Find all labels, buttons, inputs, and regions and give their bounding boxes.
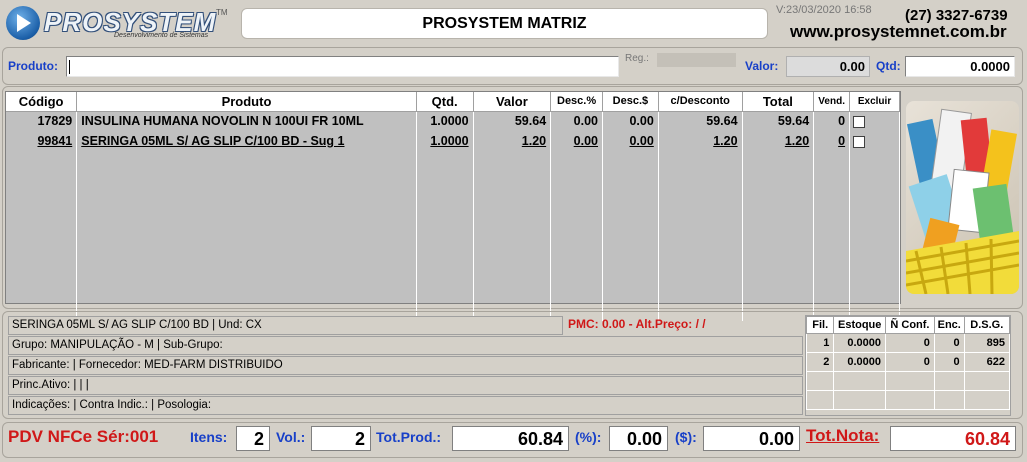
totnota-label: Tot.Nota:: [806, 426, 880, 445]
cell-total: 59.64: [742, 111, 815, 131]
col-header-excluir[interactable]: Excluir: [849, 92, 900, 112]
logo-tm: TM: [216, 8, 228, 17]
cell-fil: 2: [805, 352, 835, 372]
website-url: www.prosystemnet.com.br: [790, 22, 1007, 41]
cell-produto: INSULINA HUMANA NOVOLIN N 100UI FR 10ML: [76, 111, 417, 131]
produto-label-text: Produto:: [8, 59, 58, 73]
col-header-valor[interactable]: Valor: [473, 92, 552, 112]
table-row[interactable]: 17829 INSULINA HUMANA NOVOLIN N 100UI FR…: [6, 111, 900, 131]
cell-valor: 1.20: [473, 131, 552, 151]
table-row[interactable]: 2 0.0000 0 0 622: [805, 352, 1011, 372]
pmc-label: PMC: 0.00 - Alt.Preço: / /: [568, 317, 706, 331]
col-header-desc-pct[interactable]: Desc.%: [550, 92, 604, 112]
col-header-total[interactable]: Total: [742, 92, 815, 112]
cell-dsg: 895: [963, 333, 1011, 353]
cell-excluir: [849, 111, 900, 131]
cell-qtd: 1.0000: [416, 131, 474, 151]
qtd-label: Qtd:: [876, 59, 901, 73]
cell-dsg: 622: [963, 352, 1011, 372]
cell-excluir: [849, 131, 900, 151]
product-image: [906, 101, 1019, 294]
cell-desc-val: 0.00: [602, 111, 659, 131]
produto-input[interactable]: [66, 56, 619, 77]
col-header-desc-val[interactable]: Desc.$: [602, 92, 659, 112]
version-label: V:23/03/2020 16:58: [776, 4, 872, 16]
cell-nconf: 0: [885, 352, 935, 372]
table-row[interactable]: 99841 SERINGA 05ML S/ AG SLIP C/100 BD -…: [6, 131, 900, 151]
reg-label: Reg.:: [625, 53, 649, 64]
fabricante-info: Fabricante: | Fornecedor: MED-FARM DISTR…: [8, 356, 803, 375]
cell-vend: 0: [813, 111, 851, 131]
stock-header-row: Fil. Estoque Ñ Conf. Enc. D.S.G.: [805, 316, 1011, 334]
empty-row: [805, 390, 1011, 410]
medicine-basket-image: [906, 108, 1019, 294]
vol-label: Vol.:: [276, 429, 306, 445]
qtd-input[interactable]: 0.0000: [905, 56, 1015, 77]
logo-subtitle: Desenvolvimento de Sistemas: [114, 32, 209, 39]
vol-value: 2: [311, 426, 371, 451]
cell-produto: SERINGA 05ML S/ AG SLIP C/100 BD - Sug 1: [76, 131, 417, 151]
cell-nconf: 0: [885, 333, 935, 353]
table-row[interactable]: 1 0.0000 0 0 895: [805, 333, 1011, 353]
prosystem-logo: PROSYSTEM TM Desenvolvimento de Sistemas: [4, 4, 234, 42]
cell-desc-pct: 0.00: [550, 111, 604, 131]
play-triangle-icon: [17, 14, 31, 32]
excluir-checkbox[interactable]: [853, 115, 866, 128]
col-header-codigo[interactable]: Código: [6, 92, 78, 112]
totprod-value: 60.84: [452, 426, 569, 451]
col-header-produto[interactable]: Produto: [76, 92, 417, 112]
col-header-qtd[interactable]: Qtd.: [416, 92, 474, 112]
col-header-c-desconto[interactable]: c/Desconto: [658, 92, 743, 112]
stock-grid[interactable]: Fil. Estoque Ñ Conf. Enc. D.S.G. 1 0.000…: [805, 315, 1011, 416]
itens-label: Itens:: [190, 429, 228, 445]
cell-c-desconto: 59.64: [658, 111, 743, 131]
empty-row: [805, 371, 1011, 391]
empty-row-area: [6, 151, 900, 321]
itens-value: 2: [236, 426, 270, 451]
col-header-enc[interactable]: Enc.: [933, 316, 965, 334]
cell-desc-val: 0.00: [602, 131, 659, 151]
produto-label: Produto:: [8, 59, 58, 73]
cell-enc: 0: [933, 352, 965, 372]
dollar-value[interactable]: 0.00: [703, 426, 800, 451]
product-description: SERINGA 05ML S/ AG SLIP C/100 BD | Und: …: [8, 316, 563, 335]
items-grid[interactable]: Código Produto Qtd. Valor Desc.% Desc.$ …: [5, 91, 901, 321]
cell-codigo: 17829: [6, 111, 78, 131]
cell-codigo: 99841: [6, 131, 78, 151]
cell-fil: 1: [805, 333, 835, 353]
grupo-info: Grupo: MANIPULAÇÃO - M | Sub-Grupo:: [8, 336, 803, 355]
indicacoes-info: Indicações: | Contra Indic.: | Posologia…: [8, 396, 803, 415]
pct-label: (%):: [575, 429, 602, 445]
cell-estoque: 0.0000: [833, 352, 886, 372]
valor-label: Valor:: [745, 59, 779, 73]
col-header-dsg[interactable]: D.S.G.: [963, 316, 1011, 334]
reg-field: [657, 53, 736, 67]
totnota-value: 60.84: [890, 426, 1016, 451]
window-title: PROSYSTEM MATRIZ: [241, 8, 768, 39]
cell-vend: 0: [813, 131, 851, 151]
col-header-vend[interactable]: Vend.: [813, 92, 851, 112]
cell-desc-pct: 0.00: [550, 131, 604, 151]
dollar-label: ($):: [675, 429, 697, 445]
cell-c-desconto: 1.20: [658, 131, 743, 151]
cell-enc: 0: [933, 333, 965, 353]
valor-input[interactable]: 0.00: [786, 56, 870, 77]
excluir-checkbox[interactable]: [853, 135, 866, 148]
princ-ativo-info: Princ.Ativo: | | |: [8, 376, 803, 395]
cell-qtd: 1.0000: [416, 111, 474, 131]
cell-estoque: 0.0000: [833, 333, 886, 353]
col-header-nconf[interactable]: Ñ Conf.: [885, 316, 935, 334]
pct-value[interactable]: 0.00: [609, 426, 668, 451]
cell-total: 1.20: [742, 131, 815, 151]
cell-valor: 59.64: [473, 111, 552, 131]
col-header-estoque[interactable]: Estoque: [833, 316, 886, 334]
grid-header-row: Código Produto Qtd. Valor Desc.% Desc.$ …: [6, 92, 900, 112]
pdv-label: PDV NFCe Sér:001: [8, 427, 159, 446]
totprod-label: Tot.Prod.:: [376, 429, 442, 445]
col-header-fil[interactable]: Fil.: [805, 316, 835, 334]
